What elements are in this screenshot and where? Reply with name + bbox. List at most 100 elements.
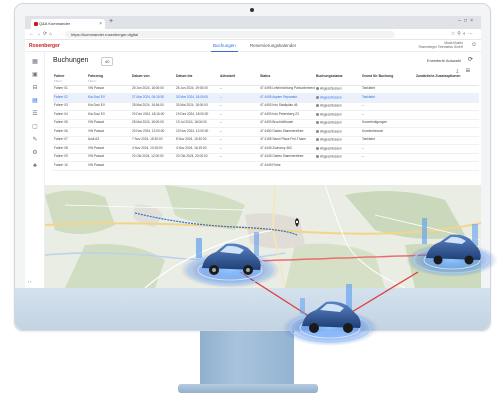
table-cell: – xyxy=(219,127,259,137)
status-text: Abgeschlossen xyxy=(320,129,342,134)
status-dot-icon xyxy=(316,138,319,142)
sidebar-documents-icon[interactable]: ▢ xyxy=(31,123,39,131)
table-cell: Kundenbesuch xyxy=(361,127,415,137)
window-controls[interactable]: –□× xyxy=(458,18,476,24)
table-cell: Abgeschlossen xyxy=(315,110,361,120)
table-cell: Tankfahrt xyxy=(361,85,415,94)
table-row[interactable]: Fahrer 09 VW Passat 20 Okt 2024, 12:00:00 2… xyxy=(53,153,479,162)
table-cell xyxy=(361,161,415,171)
table-cell: 25 Jun 2024, 18:00:00 xyxy=(131,85,175,94)
navigation-icons[interactable]: ←→⟳⌂ xyxy=(29,31,54,37)
table-cell: 30 Mar 2024, 18:00:00 xyxy=(175,93,219,103)
table-cell: 25 Jun 2024, 19:00:00 xyxy=(175,85,219,94)
table-cell: VW Passat xyxy=(87,153,131,162)
monitor-stand-base xyxy=(178,384,318,393)
brand-logo[interactable]: Rosenberger xyxy=(29,43,60,49)
table-cell: 19 Dez 2024, 18:00:00 xyxy=(175,110,219,120)
status-dot-icon xyxy=(316,112,319,116)
table-cell xyxy=(415,136,479,145)
map-svg xyxy=(45,185,481,288)
table-cell: – xyxy=(219,93,259,103)
sidebar-bookings-icon[interactable]: ▤ xyxy=(31,97,39,105)
table-cell: 28 Mai 2024, 18:00:00 xyxy=(131,119,175,128)
sidebar-settings-icon[interactable]: ⚙ xyxy=(31,149,39,157)
table-cell: Kurz­erledigungen xyxy=(361,119,415,128)
status-dot-icon xyxy=(316,155,319,159)
extension-icons[interactable]: ☆⚲◐⋯ xyxy=(451,31,475,37)
table-cell: Abgeschlossen xyxy=(315,93,361,103)
table-cell: VW Passat xyxy=(87,161,131,171)
table-cell: – xyxy=(219,102,259,111)
table-row[interactable]: Fahrer 08 VW Passat 4 Nov 2024, 10:15:00 4 … xyxy=(53,144,479,154)
sidebar-reports-icon[interactable]: ☰ xyxy=(31,110,39,118)
status-dot-icon xyxy=(316,121,319,125)
table-row[interactable]: Fahrer 03 Kia Soul EV 28 Mai 2024, 16:54:0… xyxy=(53,102,479,111)
table-row[interactable]: Fahrer 05 VW Passat 28 Mai 2024, 18:00:00 1… xyxy=(53,119,479,128)
sidebar-tools-icon[interactable]: ✎ xyxy=(31,136,39,144)
table-cell: 47 4450 Gabes Stammereibee xyxy=(259,127,315,137)
table-cell: 8 Nov 2024, 15:30:00 xyxy=(175,136,219,145)
table-cell: 47 4445 Zschorny 46C xyxy=(259,144,315,154)
user-info[interactable]: Maria Muster Rosenberger Telematics GmbH xyxy=(419,41,463,49)
table-cell: Abgeschlossen xyxy=(315,127,361,137)
sidebar-fleet-icon[interactable]: ⊟ xyxy=(31,84,39,92)
user-menu-icon[interactable]: ☺ xyxy=(471,42,477,48)
table-cell: 7 Nov 2024, 15:30:00 xyxy=(131,136,175,145)
tab-buchungen[interactable]: Buchungen xyxy=(211,43,238,52)
table-cell xyxy=(415,153,479,162)
table-cell: 47 4449 Fürke xyxy=(259,161,315,171)
table-cell: Fahrer 04 xyxy=(53,110,87,120)
table-cell: VW Passat xyxy=(87,119,131,128)
filter-link[interactable]: Erweiterte Auswahl xyxy=(427,58,461,63)
new-tab-icon[interactable]: + xyxy=(109,18,113,25)
app-header: Rosenberger Buchungen Reservierungskalen… xyxy=(25,40,481,52)
table-row[interactable]: Fahrer 01 VW Passat 25 Jun 2024, 18:00:00 2… xyxy=(53,85,479,94)
table-cell: 27 Mar 2024, 06:15:30 xyxy=(131,93,175,103)
status-text: Abgeschlossen xyxy=(320,120,342,125)
tab-reservierungskalender[interactable]: Reservierungskalender xyxy=(250,43,296,48)
table-cell: 30 Mai 2024, 18:00:00 xyxy=(175,102,219,111)
table-cell: 4 Nov 2024, 16:15:00 xyxy=(175,144,219,154)
bookings-table: Fahrer Fahrzeug Datum von Datum bis Abholzei… xyxy=(53,74,479,171)
table-cell: – xyxy=(219,144,259,154)
table-cell: Fahrer 02 xyxy=(53,93,87,103)
browser-tab-title: Q&A Kommander xyxy=(39,21,71,26)
table-cell: Fahrer 09 xyxy=(53,153,87,162)
table-row[interactable]: Fahrer 04 Kia Soul EV 20 Dez 2024, 18:16:0… xyxy=(53,110,479,120)
table-cell xyxy=(415,144,479,154)
status-dot-icon xyxy=(316,95,319,99)
table-cell: Fahrer 05 xyxy=(53,119,87,128)
table-cell xyxy=(219,161,259,171)
table-cell: Abgeschlossen xyxy=(315,144,361,154)
table-cell: VW Passat xyxy=(87,85,131,94)
table-cell: 20 Okt 2024, 20:00:00 xyxy=(175,153,219,162)
refresh-icon[interactable]: ⟳ xyxy=(468,56,473,63)
map-view[interactable] xyxy=(45,185,481,288)
sidebar-vehicles-icon[interactable]: ▣ xyxy=(31,71,39,79)
table-cell: Fahrer 08 xyxy=(53,144,87,154)
table-cell xyxy=(415,119,479,128)
table-cell: – xyxy=(219,136,259,145)
table-row[interactable]: Fahrer 06 VW Passat 20 Nov 2024, 12:00:00 1… xyxy=(53,127,479,137)
table-cell: 20 Okt 2024, 12:00:00 xyxy=(131,153,175,162)
table-row[interactable]: Fahrer 10 VW Passat 47 4449 Fürke xyxy=(53,161,479,171)
close-icon[interactable]: × xyxy=(99,19,102,29)
table-cell: 4 Nov 2024, 10:15:00 xyxy=(131,144,175,154)
sidebar-dashboard-icon[interactable]: ▦ xyxy=(31,58,39,66)
table-cell xyxy=(315,161,361,171)
table-cell: – xyxy=(219,85,259,94)
status-dot-icon xyxy=(316,129,319,133)
url-input[interactable]: https://kommander.rosenberger.digital xyxy=(65,31,395,38)
main-content: Buchungen 40 Erweiterte Auswahl ⟳ ⤓ ⊞ Fa… xyxy=(45,52,481,288)
browser-tabbar: Q&A Kommander × + –□× xyxy=(25,16,481,29)
table-cell: 47 4495 Aspern Reparatur xyxy=(259,93,315,103)
sidebar-users-icon[interactable]: ♣ xyxy=(31,162,39,170)
table-cell: Kia Soul EV xyxy=(87,110,131,120)
table-row[interactable]: Fahrer 07 Audi A3 7 Nov 2024, 15:30:00 8 No… xyxy=(53,136,479,145)
table-row[interactable]: Fahrer 02 Kia Soul EV 27 Mar 2024, 06:15:3… xyxy=(53,93,479,103)
address-bar: ←→⟳⌂ https://kommander.rosenberger.digit… xyxy=(25,29,481,40)
browser-tab[interactable]: Q&A Kommander × xyxy=(31,19,105,29)
table-cell: 47 4155 Sanct Plaza Firrl-Thane xyxy=(259,136,315,145)
sidebar-expand-toggle[interactable]: ‹ › xyxy=(28,280,31,284)
monitor-stand xyxy=(200,331,294,387)
